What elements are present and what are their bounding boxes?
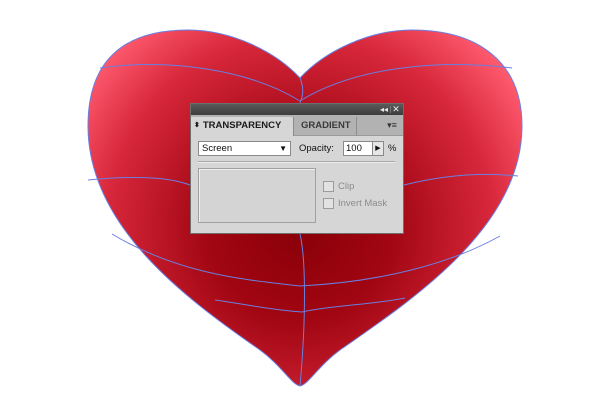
opacity-label: Opacity: — [299, 143, 334, 154]
panel-divider — [198, 161, 395, 163]
opacity-input[interactable]: 100 — [343, 141, 373, 156]
invert-mask-label: Invert Mask — [338, 198, 388, 209]
opacity-stepper-button[interactable]: ▶ — [373, 141, 384, 156]
tab-gradient[interactable]: GRADIENT — [295, 117, 357, 135]
panel-tabbar: ⬍ TRANSPARENCY GRADIENT — [191, 115, 403, 136]
invert-mask-checkbox[interactable] — [323, 198, 334, 209]
close-icon[interactable]: ✕ — [390, 104, 402, 115]
tab-transparency[interactable]: ⬍ TRANSPARENCY — [191, 117, 294, 136]
mask-thumbnail[interactable] — [198, 168, 316, 223]
clip-label: Clip — [338, 181, 355, 192]
blend-mode-value: Screen — [202, 143, 233, 154]
panel-titlebar[interactable]: ◂◂ ✕ — [191, 104, 403, 115]
opacity-unit: % — [388, 143, 397, 154]
clip-checkbox[interactable] — [323, 181, 334, 192]
panel-menu-icon[interactable]: ▾≡ — [384, 119, 400, 131]
chevron-down-icon: ▼ — [279, 144, 287, 153]
double-left-arrow-icon[interactable]: ◂◂ — [378, 104, 390, 115]
up-down-arrows-icon: ⬍ — [194, 122, 200, 129]
tab-transparency-label: TRANSPARENCY — [202, 120, 282, 131]
blend-mode-select[interactable]: Screen ▼ — [198, 141, 291, 156]
tab-gradient-label: GRADIENT — [301, 120, 351, 131]
transparency-panel: ◂◂ ✕ ⬍ TRANSPARENCY GRADIENT ▾≡ Screen ▼ … — [190, 103, 404, 234]
